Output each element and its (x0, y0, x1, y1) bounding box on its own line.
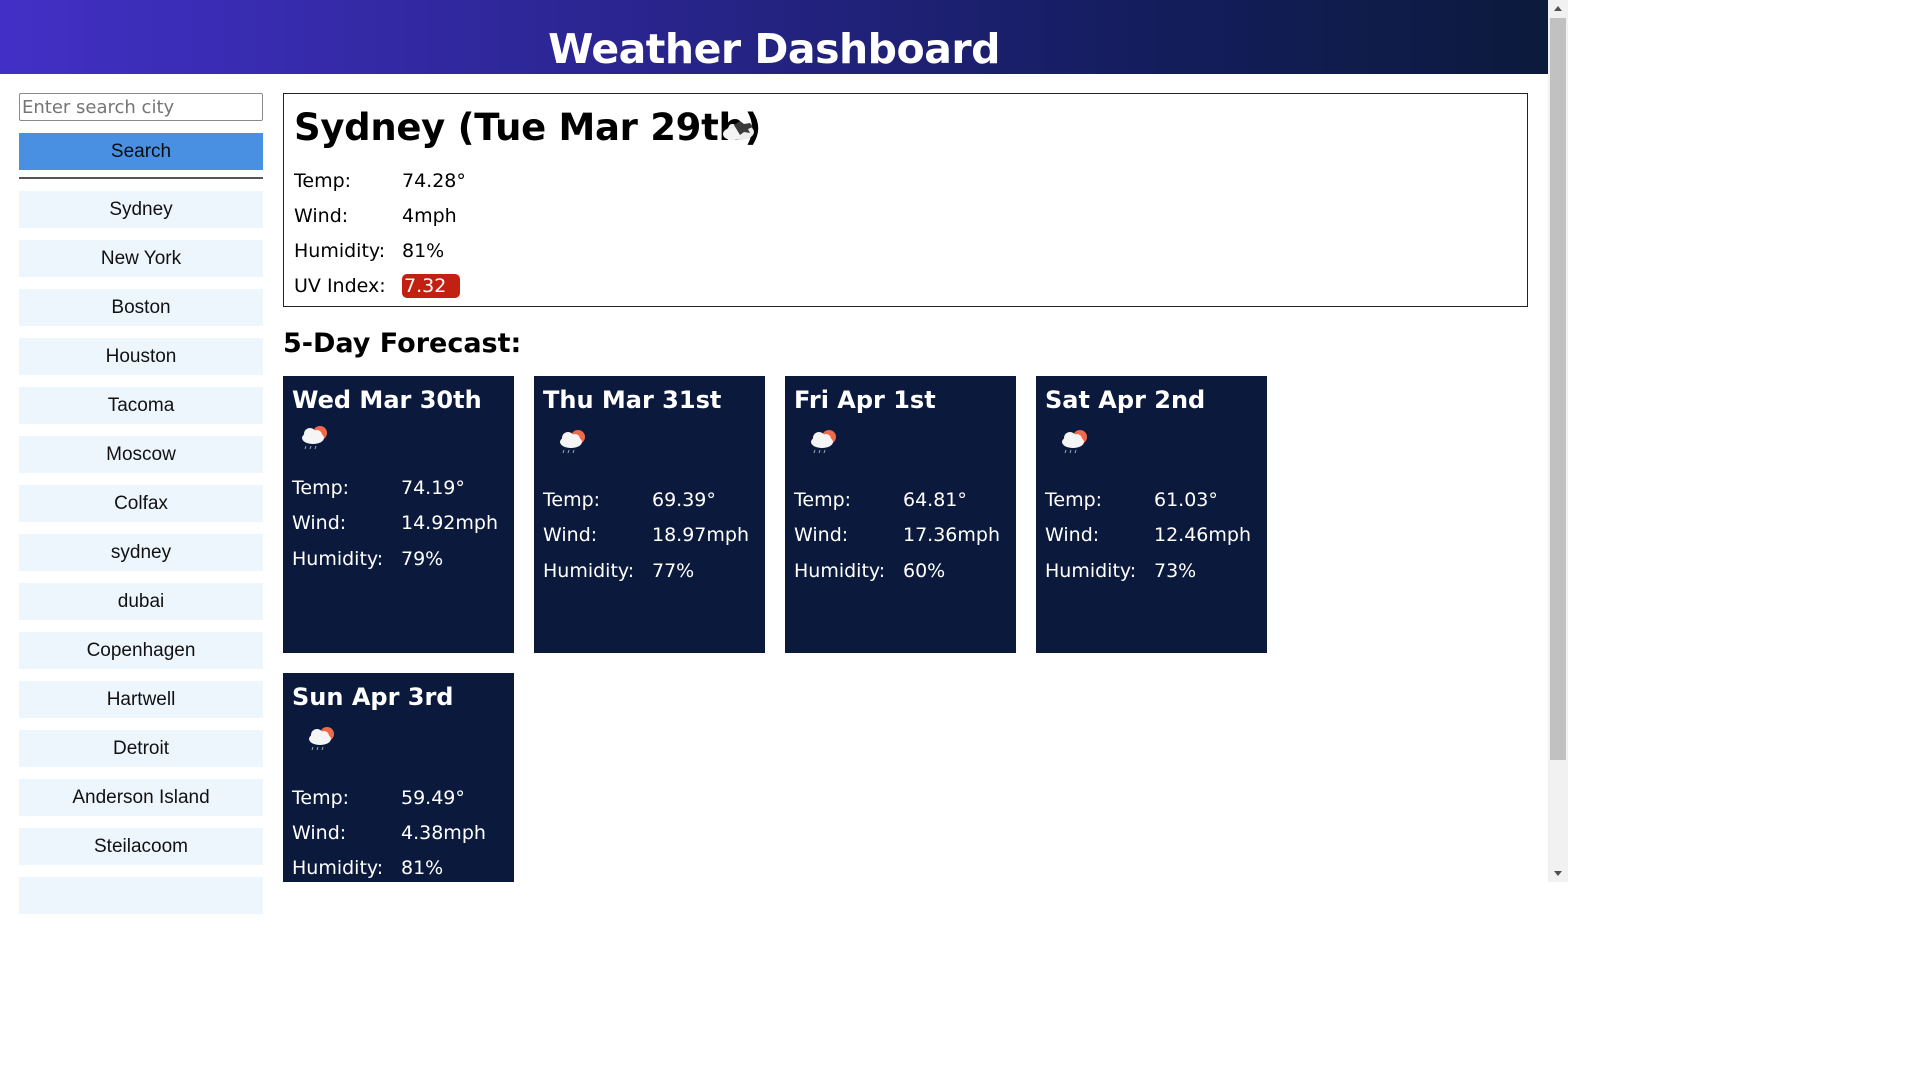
temp-value: 74.28° (402, 170, 466, 192)
uv-label: UV Index: (294, 275, 386, 297)
forecast-card: Sat Apr 2nd Temp: 61.03° Wind: 12.46mph Hu… (1036, 376, 1267, 653)
wind-value: 14.92mph (401, 512, 499, 534)
rain-cloud-sun-icon (309, 727, 334, 751)
page-title: Weather Dashboard (548, 25, 1000, 73)
history-city-button[interactable]: Copenhagen (19, 632, 263, 669)
temp-label: Temp: (292, 477, 350, 499)
history-city-button[interactable]: dubai (19, 583, 263, 620)
history-city-button[interactable]: Sydney (19, 191, 263, 228)
forecast-heading: 5-Day Forecast: (283, 328, 522, 359)
rain-cloud-sun-icon (811, 430, 836, 454)
sidebar-divider (19, 177, 263, 179)
history-city-button[interactable]: sydney (19, 534, 263, 571)
temp-value: 69.39° (652, 489, 716, 511)
history-city-button[interactable]: Steilacoom (19, 828, 263, 865)
app-header: Weather Dashboard (0, 0, 1548, 74)
temp-label: Temp: (543, 489, 601, 511)
history-city-button[interactable]: Colfax (19, 485, 263, 522)
humidity-value: 81% (402, 240, 445, 262)
temp-label: Temp: (794, 489, 852, 511)
forecast-card: Fri Apr 1st Temp: 64.81° Wind: 17.36mph Hu… (785, 376, 1016, 653)
wind-label: Wind: (543, 524, 598, 546)
current-city-title: Sydney (Tue Mar 29th) (294, 106, 762, 149)
humidity-label: Humidity: (1045, 560, 1137, 582)
forecast-card: Sun Apr 3rd Temp: 59.49° Wind: 4.38mph Hum… (283, 673, 514, 882)
search-history-list: Sydney New York Boston Houston Tacoma Mo… (19, 191, 263, 926)
wind-value: 4mph (402, 205, 457, 227)
scrollbar-thumb[interactable] (1550, 18, 1566, 760)
temp-value: 74.19° (401, 477, 465, 499)
temp-value: 61.03° (1154, 489, 1218, 511)
humidity-label: Humidity: (543, 560, 635, 582)
forecast-date: Sun Apr 3rd (292, 683, 454, 711)
temp-value: 64.81° (903, 489, 967, 511)
humidity-value: 73% (1154, 560, 1197, 582)
wind-value: 18.97mph (652, 524, 750, 546)
history-city-button[interactable]: Moscow (19, 436, 263, 473)
humidity-value: 77% (652, 560, 695, 582)
history-city-button[interactable]: Anderson Island (19, 779, 263, 816)
rain-cloud-sun-icon (560, 430, 585, 454)
forecast-card: Wed Mar 30th Temp: 74.19° Wind: 14.92mph H… (283, 376, 514, 653)
humidity-value: 79% (401, 548, 444, 570)
humidity-label: Humidity: (292, 857, 384, 879)
humidity-value: 60% (903, 560, 946, 582)
humidity-label: Humidity: (794, 560, 886, 582)
wind-label: Wind: (292, 822, 347, 844)
wind-label: Wind: (1045, 524, 1100, 546)
forecast-date: Thu Mar 31st (543, 386, 722, 414)
city-search-input[interactable] (19, 93, 263, 121)
history-city-button[interactable]: Hartwell (19, 681, 263, 718)
wind-label: Wind: (292, 512, 347, 534)
history-city-button[interactable]: Detroit (19, 730, 263, 767)
humidity-value: 81% (401, 857, 444, 879)
uv-index-badge: 7.32 (402, 274, 461, 298)
wind-label: Wind: (294, 205, 349, 227)
wind-label: Wind: (794, 524, 849, 546)
forecast-date: Wed Mar 30th (292, 386, 482, 414)
scroll-down-arrow-icon[interactable] (1548, 865, 1568, 882)
forecast-date: Fri Apr 1st (794, 386, 936, 414)
temp-value: 59.49° (401, 787, 465, 809)
wind-value: 17.36mph (903, 524, 1001, 546)
wind-value: 12.46mph (1154, 524, 1252, 546)
history-city-button[interactable]: Tacoma (19, 387, 263, 424)
search-button[interactable]: Search (19, 133, 263, 170)
history-city-button[interactable]: Houston (19, 338, 263, 375)
temp-label: Temp: (292, 787, 350, 809)
humidity-label: Humidity: (292, 548, 384, 570)
vertical-scrollbar[interactable] (1548, 0, 1568, 882)
temp-label: Temp: (1045, 489, 1103, 511)
wind-value: 4.38mph (401, 822, 486, 844)
rain-cloud-sun-icon (302, 426, 327, 450)
humidity-label: Humidity: (294, 240, 386, 262)
cloud-icon (723, 121, 754, 140)
forecast-date: Sat Apr 2nd (1045, 386, 1206, 414)
forecast-card: Thu Mar 31st Temp: 69.39° Wind: 18.97mph H… (534, 376, 765, 653)
scroll-up-arrow-icon[interactable] (1548, 0, 1568, 17)
current-weather-panel: Sydney (Tue Mar 29th) Temp: 74.28° Wind:… (283, 93, 1528, 307)
temp-label: Temp: (294, 170, 352, 192)
history-city-button[interactable]: New York (19, 240, 263, 277)
history-city-button[interactable]: Boston (19, 289, 263, 326)
history-city-button-partial[interactable] (19, 877, 263, 914)
rain-cloud-sun-icon (1062, 430, 1087, 454)
